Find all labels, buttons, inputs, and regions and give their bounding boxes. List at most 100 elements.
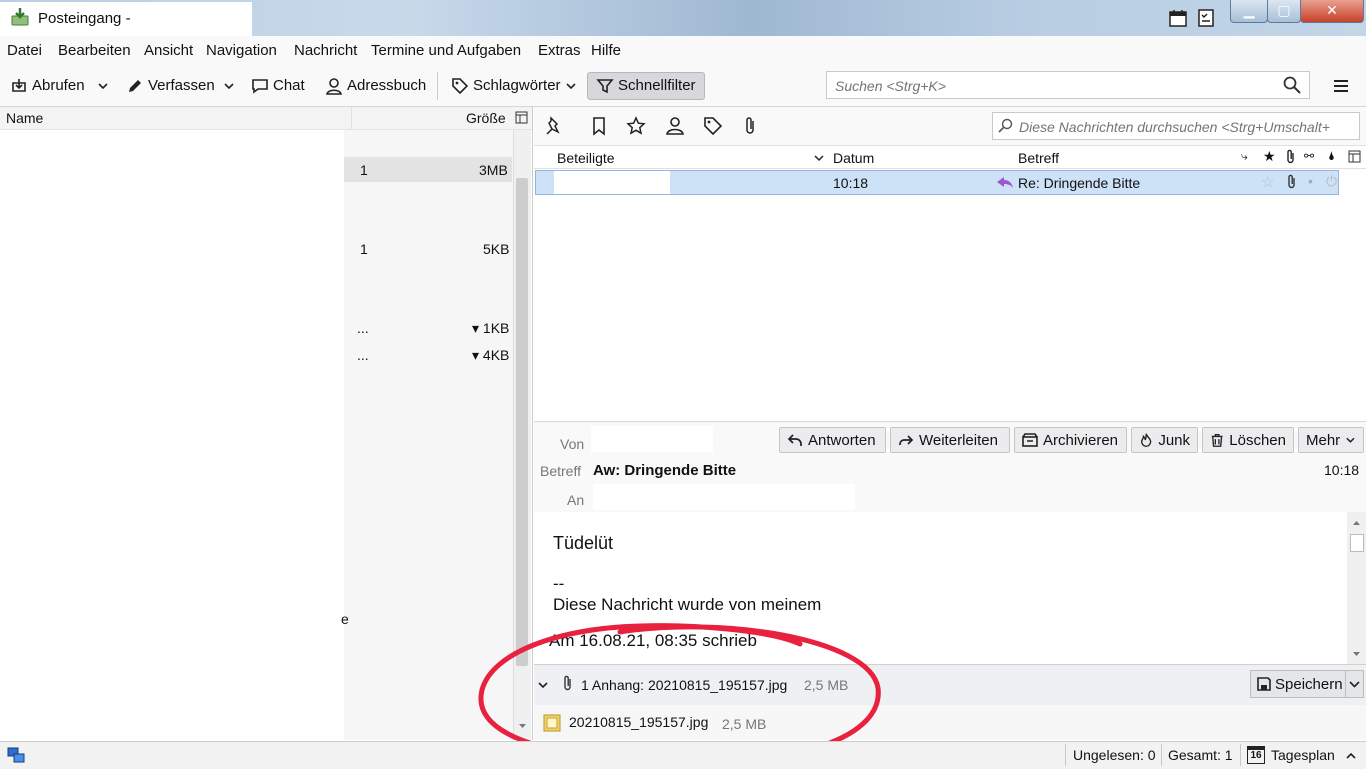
toolbar-separator bbox=[437, 72, 438, 100]
menu-extras[interactable]: Extras bbox=[538, 42, 581, 59]
menu-bearbeiten[interactable]: Bearbeiten bbox=[58, 42, 131, 59]
attachment-icon bbox=[1288, 174, 1295, 189]
addressbook-button[interactable]: Adressbuch bbox=[325, 74, 426, 98]
archive-button[interactable]: Archivieren bbox=[1014, 427, 1127, 453]
contacts-icon bbox=[326, 78, 342, 95]
menu-datei[interactable]: Datei bbox=[7, 42, 42, 59]
read-column-icon[interactable]: ⚯ bbox=[1304, 149, 1314, 163]
forward-button[interactable]: Weiterleiten bbox=[890, 427, 1010, 453]
folder-names-redacted bbox=[0, 130, 344, 740]
star-toggle-icon[interactable]: ☆ bbox=[1261, 173, 1274, 191]
message-body: Tüdelüt -- Diese Nachricht wurde von mei… bbox=[534, 512, 1347, 664]
column-picker-icon[interactable] bbox=[515, 111, 528, 124]
save-disk-icon bbox=[1257, 677, 1271, 691]
body-line: Tüdelüt bbox=[553, 533, 614, 553]
total-count: Gesamt: 1 bbox=[1168, 747, 1233, 763]
folder-scrollbar[interactable] bbox=[513, 130, 531, 740]
more-label: Mehr bbox=[1306, 431, 1341, 449]
menu-bar: Datei Bearbeiten Ansicht Navigation Nach… bbox=[0, 36, 1366, 67]
column-name-header[interactable]: Name bbox=[6, 110, 43, 126]
today-pane-toggle[interactable]: Tagesplan bbox=[1271, 747, 1335, 763]
tags-button[interactable]: Schlagwörter bbox=[451, 74, 577, 98]
star-icon[interactable] bbox=[626, 116, 646, 136]
chat-button[interactable]: Chat bbox=[251, 74, 305, 98]
attachment-item[interactable]: 20210815_195157.jpg bbox=[540, 711, 708, 735]
column-picker-icon[interactable] bbox=[1348, 150, 1361, 163]
star-column-icon[interactable]: ★ bbox=[1263, 148, 1276, 165]
funnel-icon bbox=[596, 79, 614, 94]
folder-row-size: ▾ 4KB bbox=[472, 347, 510, 363]
fetch-button[interactable]: Abrufen bbox=[10, 74, 85, 98]
flame-icon bbox=[1141, 433, 1152, 447]
body-scrollbar[interactable] bbox=[1347, 512, 1366, 664]
column-date-header[interactable]: Datum bbox=[833, 150, 874, 166]
junk-button[interactable]: Junk bbox=[1131, 427, 1198, 453]
read-dot-icon[interactable]: • bbox=[1308, 173, 1313, 189]
menu-hilfe[interactable]: Hilfe bbox=[591, 42, 621, 59]
attachment-column-icon[interactable] bbox=[1285, 149, 1297, 165]
more-button[interactable]: Mehr bbox=[1298, 427, 1364, 453]
quickfilter-button[interactable]: Schnellfilter bbox=[587, 72, 705, 100]
column-size-header[interactable]: Größe bbox=[466, 110, 506, 126]
sort-descending-icon[interactable] bbox=[814, 153, 824, 163]
search-icon[interactable] bbox=[1283, 76, 1301, 94]
tags-label: Schlagwörter bbox=[473, 77, 561, 94]
save-dropdown-button[interactable] bbox=[1346, 670, 1364, 698]
delete-button[interactable]: Löschen bbox=[1202, 427, 1294, 453]
signature-separator: -- bbox=[553, 574, 565, 593]
column-correspondents-header[interactable]: Beteiligte bbox=[557, 150, 615, 166]
menu-nachricht[interactable]: Nachricht bbox=[294, 42, 357, 59]
fetch-dropdown-icon[interactable] bbox=[97, 80, 109, 92]
chevron-down-icon[interactable] bbox=[538, 680, 548, 690]
calendar-day-icon[interactable]: 16 bbox=[1247, 746, 1265, 764]
scroll-down-icon[interactable] bbox=[1352, 650, 1361, 659]
sticky-pin-icon[interactable] bbox=[544, 116, 564, 136]
junk-status-icon[interactable]: ⏻ bbox=[1326, 173, 1337, 190]
folder-row-count: ... bbox=[357, 347, 369, 363]
quickfilter-label: Schnellfilter bbox=[618, 77, 696, 94]
compose-button[interactable]: Verfassen bbox=[126, 74, 215, 98]
contact-icon[interactable] bbox=[665, 116, 685, 136]
folder-pane-header: Name Größe bbox=[0, 107, 532, 130]
menu-navigation[interactable]: Navigation bbox=[206, 42, 277, 59]
search-icon bbox=[998, 118, 1013, 133]
menu-termine[interactable]: Termine und Aufgaben bbox=[371, 42, 521, 59]
attachment-summary[interactable]: 1 Anhang: 20210815_195157.jpg bbox=[581, 677, 787, 693]
chevron-up-icon[interactable] bbox=[1345, 750, 1357, 762]
maximize-button[interactable]: ▢ bbox=[1267, 0, 1301, 23]
global-search-box[interactable] bbox=[826, 71, 1310, 99]
tag-icon[interactable] bbox=[703, 116, 723, 136]
close-button[interactable]: ✕ bbox=[1300, 0, 1364, 23]
junk-column-icon[interactable]: 🌢 bbox=[1328, 149, 1335, 164]
attachment-icon[interactable] bbox=[742, 116, 758, 136]
junk-label: Junk bbox=[1158, 431, 1190, 449]
global-search-input[interactable] bbox=[833, 73, 1277, 99]
fetch-label: Abrufen bbox=[32, 77, 85, 94]
reply-arrow-icon bbox=[787, 434, 802, 446]
message-row[interactable]: 10:18 Re: Dringende Bitte ☆ • ⏻ bbox=[535, 170, 1339, 195]
filter-search-box[interactable] bbox=[992, 112, 1361, 140]
thread-column-icon[interactable]: ⤷ bbox=[1241, 149, 1248, 164]
save-button[interactable]: Speichern bbox=[1250, 670, 1346, 698]
quickfilter-bar bbox=[534, 107, 1366, 146]
scroll-up-icon[interactable] bbox=[1352, 518, 1361, 527]
folder-row-size: ▾ 1KB bbox=[472, 320, 510, 336]
scroll-down-icon[interactable] bbox=[518, 722, 527, 731]
unread-bookmark-icon[interactable] bbox=[590, 116, 608, 136]
thread-list-empty-area bbox=[534, 195, 1366, 421]
filter-search-input[interactable] bbox=[1017, 114, 1361, 140]
calendar-icon[interactable] bbox=[1168, 8, 1188, 28]
column-subject-header[interactable]: Betreff bbox=[1018, 150, 1059, 166]
archive-box-icon bbox=[1022, 433, 1038, 447]
body-scrollbar-thumb[interactable] bbox=[1350, 534, 1364, 552]
online-status-icon[interactable] bbox=[7, 746, 25, 764]
menu-ansicht[interactable]: Ansicht bbox=[144, 42, 193, 59]
compose-dropdown-icon[interactable] bbox=[223, 80, 235, 92]
hamburger-menu-icon[interactable] bbox=[1332, 78, 1350, 94]
reply-button[interactable]: Antworten bbox=[779, 427, 886, 453]
pencil-icon bbox=[129, 80, 141, 92]
from-label: Von bbox=[560, 436, 585, 452]
minimize-button[interactable]: ▁ bbox=[1230, 0, 1268, 23]
folder-scrollbar-thumb[interactable] bbox=[516, 178, 528, 666]
tasks-icon[interactable] bbox=[1196, 8, 1216, 28]
